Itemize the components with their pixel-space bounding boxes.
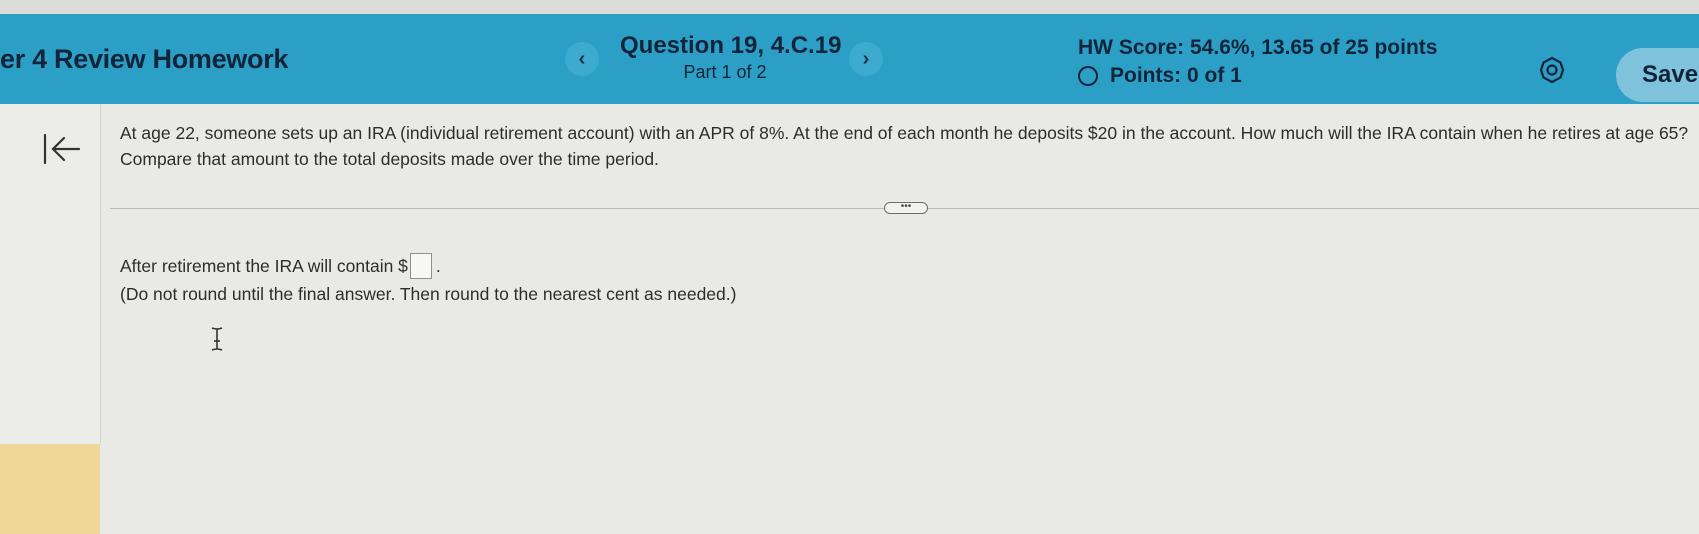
question-part: Part 1 of 2 bbox=[683, 62, 767, 82]
points-label: Points: 0 of 1 bbox=[1110, 64, 1242, 87]
incomplete-circle-icon bbox=[1078, 66, 1098, 86]
collapse-to-start-icon[interactable] bbox=[42, 132, 82, 166]
points-status: Points: 0 of 1 bbox=[1078, 64, 1242, 88]
answer-input[interactable] bbox=[409, 253, 432, 279]
answer-suffix: . bbox=[435, 255, 441, 276]
expand-more-button[interactable]: ••• bbox=[884, 202, 928, 214]
text-cursor-icon bbox=[211, 327, 223, 351]
next-question-button[interactable]: › bbox=[849, 42, 883, 76]
chevron-right-icon: › bbox=[862, 47, 870, 70]
answer-line: After retirement the IRA will contain $ … bbox=[120, 253, 441, 279]
left-rail-accent bbox=[0, 444, 100, 534]
question-text: At age 22, someone sets up an IRA (indiv… bbox=[120, 123, 1689, 169]
chevron-left-icon: ‹ bbox=[578, 47, 586, 70]
previous-question-button[interactable]: ‹ bbox=[565, 42, 599, 76]
browser-top-strip bbox=[0, 0, 1699, 14]
assignment-title: er 4 Review Homework bbox=[0, 44, 289, 74]
rounding-hint: (Do not round until the final answer. Th… bbox=[120, 284, 737, 304]
hw-score: HW Score: 54.6%, 13.65 of 25 points bbox=[1078, 36, 1438, 59]
assignment-header: er 4 Review Homework ‹ Question 19, 4.C.… bbox=[0, 14, 1699, 104]
answer-prompt: After retirement the IRA will contain $ bbox=[120, 255, 408, 276]
save-button[interactable]: Save bbox=[1616, 48, 1699, 102]
question-title: Question 19, 4.C.19 bbox=[620, 32, 842, 59]
settings-gear-icon[interactable] bbox=[1538, 56, 1566, 84]
